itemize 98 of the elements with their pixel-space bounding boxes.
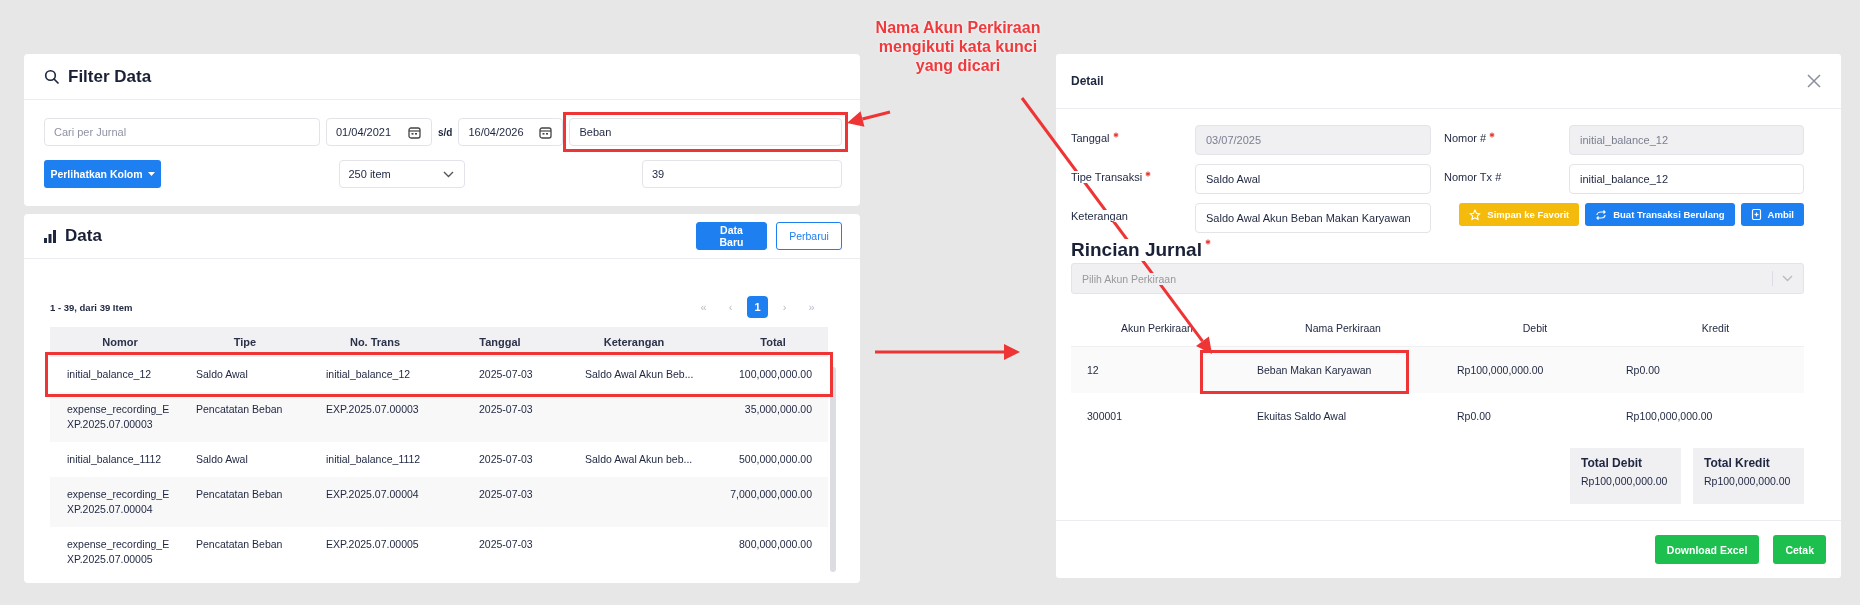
- table-cell-text: 2025-07-03: [478, 537, 534, 552]
- new-data-button[interactable]: Data Baru: [696, 222, 767, 250]
- table-cell-text: Saldo Awal Akun beb...: [584, 452, 694, 467]
- column-header: Akun Perkiraan: [1120, 322, 1194, 335]
- table-cell-text: expense_recording_EXP.2025.07.00004: [66, 487, 171, 517]
- table-cell-text: Saldo Awal: [195, 452, 249, 467]
- page-size-select[interactable]: 250 item: [338, 160, 465, 188]
- column-header: Kredit: [1700, 322, 1731, 335]
- column-header: Tipe: [232, 336, 258, 348]
- columns-button[interactable]: Perlihatkan Kolom: [44, 160, 161, 188]
- panel-title: Filter Data: [68, 66, 152, 87]
- panel-title: Data: [65, 226, 103, 246]
- table-cell-text: 500,000,000.00: [738, 452, 813, 467]
- table-cell-text: Pencatatan Beban: [195, 537, 284, 552]
- date-field[interactable]: 01/04/2021: [326, 118, 432, 146]
- table-cell-text: Rp0.00: [1456, 410, 1492, 423]
- table-cell-text: Saldo Awal: [195, 367, 249, 382]
- page-button[interactable]: 1: [747, 296, 768, 318]
- table-cell-text: 300001: [1086, 410, 1124, 423]
- search-icon: [44, 69, 59, 84]
- column-header: Total: [759, 336, 787, 348]
- table-cell-text: Pencatatan Beban: [195, 487, 284, 502]
- table-cell-text: initial_balance_1112: [325, 452, 422, 467]
- text-field: initial_balance_12: [1569, 125, 1804, 156]
- column-header: Nomor: [101, 336, 139, 348]
- table-cell-text: 2025-07-03: [478, 487, 534, 502]
- close-icon[interactable]: [1807, 74, 1821, 88]
- table-cell-text: initial_balance_1112: [66, 452, 163, 467]
- table-cell-text: Pencatatan Beban: [195, 402, 284, 417]
- text-field[interactable]: Saldo Awal Akun Beban Makan Karyawan: [1195, 203, 1431, 234]
- table-cell-text: 7,000,000,000.00: [729, 487, 813, 502]
- table-cell-text: initial_balance_12: [66, 367, 153, 382]
- table-cell-text: 2025-07-03: [478, 452, 534, 467]
- table-cell-text: Beban Makan Karyawan: [1256, 364, 1372, 377]
- section-title: Rincian Jurnal: [1071, 239, 1202, 262]
- table-cell-text: 2025-07-03: [478, 402, 534, 417]
- range-separator: s/d: [438, 126, 453, 138]
- field-label: Nomor #: [1444, 132, 1487, 145]
- page-button[interactable]: ›: [774, 296, 795, 318]
- item-count: 1 - 39, dari 39 Item: [50, 301, 133, 313]
- page-button[interactable]: »: [801, 296, 822, 318]
- total-label: Total Debit: [1581, 456, 1644, 471]
- bar-chart-icon: [44, 229, 56, 243]
- calendar-icon[interactable]: [539, 125, 553, 139]
- table-cell-text: Rp0.00: [1626, 364, 1661, 377]
- table-cell-text: expense_recording_EXP.2025.07.00005: [66, 537, 171, 567]
- table-cell-text: Rp100,000,000.00: [1456, 364, 1545, 377]
- column-header: Keterangan: [602, 336, 666, 348]
- total-value: Rp100,000,000.00: [1704, 475, 1792, 488]
- print-button[interactable]: Cetak: [1773, 535, 1826, 564]
- download-excel-button[interactable]: Download Excel: [1654, 535, 1760, 564]
- keyword-field[interactable]: Beban: [569, 118, 842, 146]
- table-cell-text: expense_recording_EXP.2025.07.00003: [66, 402, 171, 432]
- total-label: Total Kredit: [1704, 456, 1771, 471]
- page-button[interactable]: ‹: [720, 296, 741, 318]
- text-field[interactable]: Saldo Awal: [1195, 164, 1431, 195]
- table-cell-text: Saldo Awal Akun Beb...: [584, 367, 695, 382]
- table-cell-text: initial_balance_12: [325, 367, 412, 382]
- column-header: No. Trans: [348, 336, 402, 348]
- field-label: Tanggal: [1071, 132, 1110, 145]
- column-header: Debit: [1521, 322, 1549, 335]
- table-row[interactable]: initial_balance_12 Saldo Awal initial_balance_12 2025-07-03 Saldo Awal Akun Beb... 100,000,000.00: [50, 357, 828, 392]
- chevron-down-icon: [1782, 275, 1793, 283]
- recurring-button[interactable]: Buat Transaksi Berulang: [1585, 203, 1735, 227]
- text-field: 03/07/2025: [1195, 125, 1431, 156]
- clipboard-icon: [1750, 208, 1762, 222]
- table-cell-text: EXP.2025.07.00005: [325, 537, 420, 552]
- table-cell-text: 2025-07-03: [478, 367, 534, 382]
- date-field[interactable]: 16/04/2026: [458, 118, 564, 146]
- text-field[interactable]: initial_balance_12: [1569, 164, 1804, 195]
- table-cell-text: 35,000,000.00: [743, 402, 813, 417]
- table-cell-text: Rp100,000,000.00: [1626, 410, 1714, 423]
- total-value: Rp100,000,000.00: [1581, 475, 1669, 488]
- table-cell-text: 12: [1086, 364, 1100, 377]
- table-cell-text: EXP.2025.07.00003: [325, 402, 420, 417]
- refresh-button[interactable]: Perbarui: [776, 222, 842, 250]
- field-label: Tipe Transaksi: [1071, 171, 1143, 184]
- star-icon: [1469, 208, 1482, 221]
- table-cell-text: 800,000,000.00: [738, 537, 813, 552]
- count-field[interactable]: 39: [642, 160, 842, 188]
- caret-icon: [147, 172, 155, 176]
- table-cell-text: EXP.2025.07.00004: [325, 487, 420, 502]
- field-label: Keterangan: [1071, 210, 1128, 223]
- repeat-icon: [1595, 208, 1608, 221]
- column-header: Tanggal: [478, 336, 522, 348]
- annotation-text: Nama Akun Perkiraan mengikuti kata kunci yang dicari: [874, 18, 1042, 75]
- table-cell-text: Ekuitas Saldo Awal: [1256, 410, 1347, 423]
- scrollbar[interactable]: [830, 367, 836, 572]
- page-button[interactable]: «: [693, 296, 714, 318]
- field-label: Nomor Tx #: [1444, 171, 1502, 184]
- search-field[interactable]: Cari per Jurnal: [44, 118, 320, 146]
- table-cell-text: 100,000,000.00: [738, 367, 813, 382]
- calendar-icon[interactable]: [408, 125, 421, 139]
- annotation-arrow: [847, 110, 891, 127]
- take-button[interactable]: Ambil: [1740, 203, 1804, 227]
- column-header: Nama Perkiraan: [1304, 322, 1382, 335]
- chevron-down-icon: [442, 170, 454, 178]
- modal-title: Detail: [1071, 74, 1104, 88]
